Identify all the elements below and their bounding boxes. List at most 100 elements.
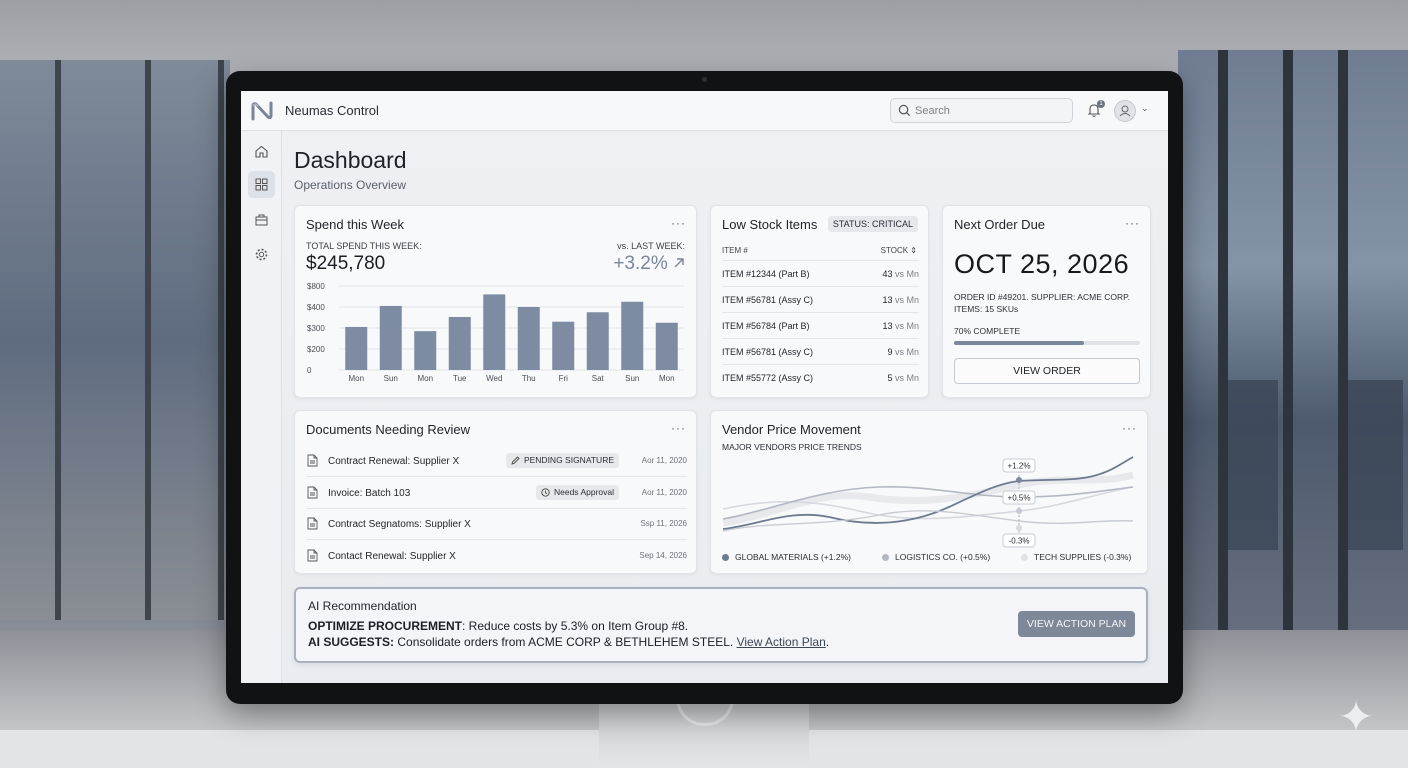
sparkle-icon: ✦	[1337, 693, 1375, 742]
document-row[interactable]: Contract Segnatoms: Supplier X Ssp 11, 20…	[306, 509, 687, 540]
stock-qty: 5 vs Mn	[887, 373, 919, 383]
sidebar-item-settings[interactable]	[248, 241, 275, 268]
bar[interactable]	[655, 322, 678, 370]
search-box[interactable]	[890, 98, 1073, 123]
table-row[interactable]: ITEM #12344 (Part B) 43 vs Mn	[722, 260, 919, 286]
vs-last-week-value: +3.2%	[613, 253, 685, 275]
stock-qty: 13 vs Mn	[882, 295, 919, 305]
card-title: Spend this Week	[306, 217, 405, 232]
progress-label: 70% COMPLETE	[954, 326, 1021, 336]
document-date: Sep 14, 2026	[639, 550, 687, 560]
app-logo-icon[interactable]	[250, 100, 274, 122]
item-number: ITEM #56781 (Assy C)	[722, 295, 814, 305]
bar[interactable]	[517, 307, 540, 370]
stock-qty-vs: vs Mn	[894, 321, 919, 331]
right-window	[1178, 50, 1408, 670]
marker-point	[1016, 525, 1022, 531]
chevron-down-icon[interactable]: ⌄	[1141, 103, 1149, 114]
legend-label: TECH SUPPLIES (-0.3%)	[1034, 552, 1132, 562]
total-spend-value: $245,780	[306, 253, 386, 274]
avatar[interactable]	[1114, 100, 1136, 122]
ai-title: AI Recommendation	[308, 599, 417, 613]
sidebar-item-dashboard[interactable]	[248, 171, 275, 198]
bar[interactable]	[414, 331, 437, 370]
pen-icon	[511, 456, 520, 465]
view-order-button[interactable]: VIEW ORDER	[954, 358, 1140, 384]
bar[interactable]	[483, 294, 506, 370]
more-icon[interactable]: ···	[1125, 216, 1140, 230]
y-tick-label: $200	[307, 345, 325, 354]
document-date: Ssp 11, 2026	[640, 519, 687, 528]
sidebar	[241, 131, 282, 683]
ai-line-2-end: .	[825, 635, 830, 649]
total-spend-label: TOTAL SPEND THIS WEEK:	[306, 241, 422, 251]
stock-qty: 9 vs Mn	[887, 347, 919, 357]
document-icon	[307, 454, 318, 467]
x-tick-label: Mon	[659, 374, 675, 383]
table-row[interactable]: ITEM #56784 (Part B) 13 vs Mn	[722, 312, 919, 338]
stock-qty-value: 13	[882, 321, 893, 331]
legend-label: GLOBAL MATERIALS (+1.2%)	[735, 552, 851, 562]
item-number: ITEM #12344 (Part B)	[722, 269, 810, 279]
item-number: ITEM #56784 (Part B)	[722, 321, 810, 331]
bar[interactable]	[586, 312, 609, 370]
gear-icon	[255, 248, 268, 261]
item-number: ITEM #55772 (Assy C)	[722, 373, 814, 383]
card-title: Documents Needing Review	[306, 422, 471, 437]
document-date: Aor 11, 2020	[641, 487, 687, 497]
ai-line-2-text: Consolidate orders from ACME CORP & BETH…	[394, 635, 737, 649]
bar[interactable]	[345, 326, 368, 370]
bar[interactable]	[448, 316, 471, 370]
ai-line-2: AI SUGGESTS: Consolidate orders from ACM…	[308, 635, 829, 649]
sidebar-item-home[interactable]	[248, 138, 275, 165]
legend-item-tech-supplies[interactable]: TECH SUPPLIES (-0.3%)	[1021, 552, 1131, 562]
more-icon[interactable]: ···	[671, 421, 686, 435]
legend-dot	[722, 554, 729, 561]
series-line-logistics-low	[722, 510, 1134, 532]
more-icon[interactable]: ···	[671, 216, 686, 230]
sidebar-item-inventory[interactable]	[248, 206, 275, 233]
bar[interactable]	[552, 321, 575, 370]
legend-item-logistics[interactable]: LOGISTICS CO. (+0.5%)	[882, 552, 990, 562]
table-row[interactable]: ITEM #55772 (Assy C) 5 vs Mn	[722, 364, 919, 390]
card-title: Low Stock Items	[722, 217, 818, 232]
card-title: Vendor Price Movement	[722, 422, 861, 437]
legend-dot	[1021, 554, 1028, 561]
camera	[702, 77, 707, 82]
vendor-line-chart: +1.2% +0.5% -0.3%	[722, 456, 1134, 548]
stock-qty-value: 9	[887, 347, 893, 357]
document-row[interactable]: Contact Renewal: Supplier X Sep 14, 2026	[306, 541, 687, 572]
stock-qty-value: 43	[882, 269, 893, 279]
progress-bar-fill	[954, 341, 1085, 345]
bar[interactable]	[379, 305, 402, 370]
monitor: Neumas Control 1 ⌄	[226, 71, 1183, 704]
spend-bar-chart: 0 $200 $300 $400 $800 Mon Sun Mon Tue Wed Thu Fri Sa…	[307, 282, 684, 383]
left-window	[0, 60, 230, 620]
view-action-plan-link[interactable]: View Action Plan	[737, 635, 826, 649]
document-icon	[307, 549, 318, 561]
order-meta-line: ORDER ID #49201. SUPPLIER: ACME CORP.	[954, 292, 1131, 302]
x-tick-label: Sun	[625, 374, 639, 383]
document-row[interactable]: Contract Renewal: Supplier X PENDING SIGN…	[306, 446, 687, 477]
notification-badge: 1	[1097, 100, 1105, 108]
spend-card: Spend this Week ··· TOTAL SPEND THIS WEE…	[294, 205, 697, 398]
document-row[interactable]: Invoice: Batch 103 Needs Approval Aor 11, …	[306, 478, 687, 509]
stock-qty-vs: vs Mn	[894, 269, 919, 279]
column-header-stock[interactable]: STOCK ⇕	[881, 246, 917, 255]
page-title: Dashboard	[294, 147, 407, 173]
stock-qty-vs: vs Mn	[894, 373, 919, 383]
search-input[interactable]	[915, 102, 1065, 120]
bar[interactable]	[621, 301, 644, 370]
stock-qty: 13 vs Mn	[882, 321, 919, 331]
x-tick-label: Wed	[486, 374, 502, 383]
more-icon[interactable]: ···	[1122, 421, 1137, 435]
stock-qty-value: 5	[887, 373, 893, 383]
table-row[interactable]: ITEM #56781 (Assy C) 9 vs Mn	[722, 338, 919, 364]
table-row[interactable]: ITEM #56781 (Assy C) 13 vs Mn	[722, 286, 919, 312]
column-header-item: ITEM #	[722, 246, 748, 255]
ai-line-1-text: : Reduce costs by 5.3% on Item Group #8.	[462, 619, 689, 633]
view-action-plan-button[interactable]: VIEW ACTION PLAN	[1018, 611, 1135, 637]
legend-item-global-materials[interactable]: GLOBAL MATERIALS (+1.2%)	[722, 552, 851, 562]
app-title: Neumas Control	[285, 103, 379, 118]
top-bar: Neumas Control 1 ⌄	[241, 91, 1168, 131]
